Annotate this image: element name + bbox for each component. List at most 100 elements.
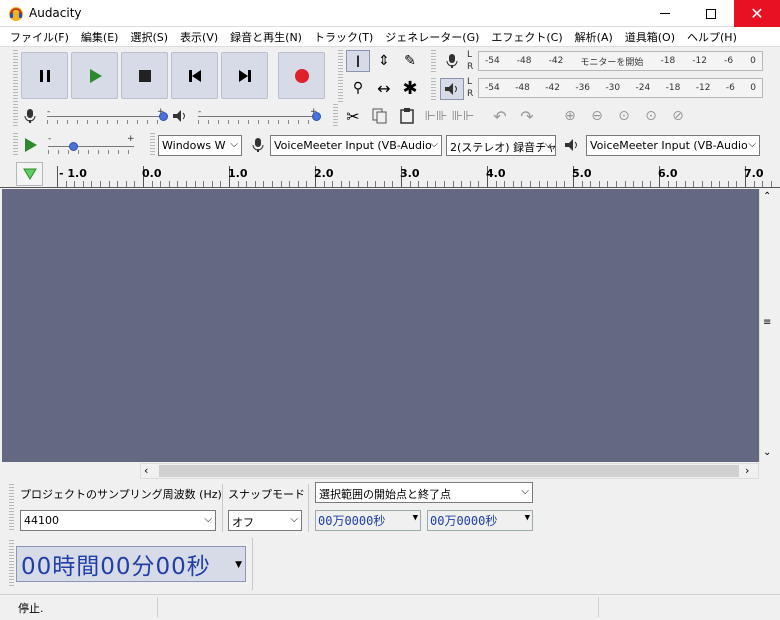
draw-tool-button[interactable]: ✎ bbox=[398, 50, 422, 72]
fit-project-button[interactable]: ⊙ bbox=[639, 105, 663, 127]
fit-selection-icon: ⊙ bbox=[618, 108, 630, 124]
status-divider bbox=[157, 597, 158, 617]
record-meter[interactable]: -54 -48 -42 モニターを開始 -18 -12 -6 0 bbox=[478, 51, 763, 71]
zoom-out-button[interactable]: ⊖ bbox=[585, 105, 609, 127]
channels-select[interactable]: 2(ステレオ) 録音チャ ⌵ bbox=[446, 135, 556, 156]
play-at-speed-button[interactable] bbox=[18, 134, 42, 156]
play-speed-slider[interactable] bbox=[48, 146, 134, 147]
chevron-down-icon: ⌵ bbox=[290, 514, 298, 525]
track-panel[interactable] bbox=[2, 189, 759, 462]
trim-button[interactable]: ⊩⊪ bbox=[424, 105, 448, 127]
meter-tick: -18 bbox=[665, 83, 681, 93]
play-icon bbox=[25, 138, 37, 152]
zoom-toggle-button[interactable]: ⊘ bbox=[666, 105, 690, 127]
menu-tools[interactable]: 道具箱(O) bbox=[619, 29, 681, 45]
minimize-button[interactable] bbox=[642, 0, 688, 27]
record-meter-button[interactable] bbox=[440, 50, 464, 72]
dropdown-arrow-icon[interactable]: ▼ bbox=[525, 513, 530, 523]
double-arrow-icon: ↔ bbox=[377, 78, 391, 98]
play-meter[interactable]: -54 -48 -42 -36 -30 -24 -18 -12 -6 0 bbox=[478, 78, 763, 98]
play-meter-button[interactable] bbox=[440, 78, 464, 100]
menu-generate[interactable]: ジェネレーター(G) bbox=[379, 29, 485, 45]
playback-volume-thumb[interactable] bbox=[312, 112, 321, 121]
menu-analyze[interactable]: 解析(A) bbox=[569, 29, 619, 45]
separator bbox=[222, 484, 223, 532]
selection-end-value: 00万0000秒 bbox=[430, 514, 498, 528]
dropdown-arrow-icon[interactable]: ▼ bbox=[235, 560, 243, 570]
menu-bar: ファイル(F) 編集(E) 選択(S) 表示(V) 録音と再生(N) トラック(… bbox=[0, 27, 780, 47]
selection-start-time[interactable]: 00万0000秒 ▼ bbox=[315, 510, 421, 531]
paste-button[interactable] bbox=[395, 105, 419, 127]
pause-button[interactable] bbox=[21, 52, 68, 99]
vertical-scrollbar[interactable]: ⌃ ≡ ⌄ bbox=[759, 189, 776, 462]
record-volume-thumb[interactable] bbox=[159, 112, 168, 121]
tools-toolbar-grip[interactable] bbox=[338, 50, 343, 102]
menu-file[interactable]: ファイル(F) bbox=[4, 29, 75, 45]
menu-effect[interactable]: エフェクト(C) bbox=[485, 29, 568, 45]
ruler-minor-tick bbox=[418, 181, 420, 187]
zoom-in-button[interactable]: ⊕ bbox=[558, 105, 582, 127]
menu-select[interactable]: 選択(S) bbox=[124, 29, 174, 45]
selection-range-mode-select[interactable]: 選択範囲の開始点と終了点 ⌵ bbox=[315, 482, 533, 503]
selection-tool-button[interactable]: I bbox=[346, 50, 370, 72]
scroll-up-icon[interactable]: ⌃ bbox=[763, 191, 771, 202]
menu-view[interactable]: 表示(V) bbox=[174, 29, 224, 45]
pinned-play-head-button[interactable] bbox=[16, 162, 43, 186]
dropdown-arrow-icon[interactable]: ▼ bbox=[413, 513, 418, 523]
transport-toolbar-grip[interactable] bbox=[13, 50, 18, 102]
device-toolbar-grip[interactable] bbox=[150, 133, 155, 157]
menu-edit[interactable]: 編集(E) bbox=[75, 29, 125, 45]
cut-button[interactable]: ✂ bbox=[341, 105, 365, 127]
pause-icon bbox=[39, 69, 50, 82]
horizontal-scroll-thumb[interactable] bbox=[159, 465, 739, 477]
maximize-button[interactable] bbox=[688, 0, 734, 27]
edit-toolbar-grip[interactable] bbox=[333, 104, 338, 128]
ruler-minor-tick bbox=[220, 181, 222, 187]
playback-volume-slider[interactable] bbox=[198, 116, 317, 117]
audio-host-select[interactable]: Windows W ⌵ bbox=[158, 135, 242, 156]
menu-help[interactable]: ヘルプ(H) bbox=[681, 29, 743, 45]
play-button[interactable] bbox=[71, 52, 118, 99]
timeline-ruler[interactable]: - 1.0 0.0 1.0 2.0 3.0 4.0 5.0 6.0 7.0 bbox=[0, 160, 780, 188]
redo-button[interactable]: ↷ bbox=[515, 105, 539, 127]
scroll-left-icon[interactable]: ‹ bbox=[144, 464, 148, 477]
close-button[interactable]: ✕ bbox=[734, 0, 780, 27]
input-device-value: VoiceMeeter Input (VB-Audio bbox=[274, 139, 432, 152]
horizontal-scrollbar[interactable]: ‹ › bbox=[140, 463, 759, 479]
skip-to-start-button[interactable] bbox=[171, 52, 218, 99]
undo-button[interactable]: ↶ bbox=[488, 105, 512, 127]
envelope-tool-button[interactable]: ⇕ bbox=[372, 50, 396, 72]
scroll-grip-icon[interactable]: ≡ bbox=[763, 317, 771, 328]
selection-end-time[interactable]: 00万0000秒 ▼ bbox=[427, 510, 533, 531]
scroll-right-icon[interactable]: › bbox=[745, 464, 749, 477]
record-meter-grip[interactable] bbox=[431, 50, 436, 74]
output-device-select[interactable]: VoiceMeeter Input (VB-Audio ⌵ bbox=[586, 135, 760, 156]
playback-volume-icon-holder bbox=[168, 105, 192, 127]
fit-selection-button[interactable]: ⊙ bbox=[612, 105, 636, 127]
input-device-select[interactable]: VoiceMeeter Input (VB-Audio ⌵ bbox=[270, 135, 442, 156]
selection-range-mode-value: 選択範囲の開始点と終了点 bbox=[319, 488, 451, 501]
menu-transport[interactable]: 録音と再生(N) bbox=[224, 29, 308, 45]
project-rate-select[interactable]: 44100 ⌵ bbox=[20, 510, 216, 531]
skip-to-end-button[interactable] bbox=[221, 52, 268, 99]
record-button[interactable] bbox=[278, 52, 325, 99]
record-volume-slider[interactable] bbox=[47, 116, 164, 117]
snap-mode-select[interactable]: オフ ⌵ bbox=[228, 510, 302, 531]
play-meter-grip[interactable] bbox=[431, 78, 436, 102]
audio-position-display[interactable]: 00時間00分00秒 ▼ bbox=[16, 546, 246, 582]
play-speed-thumb[interactable] bbox=[68, 142, 78, 151]
timeshift-tool-button[interactable]: ↔ bbox=[372, 77, 396, 99]
scroll-down-icon[interactable]: ⌄ bbox=[763, 447, 771, 458]
menu-tracks[interactable]: トラック(T) bbox=[308, 29, 379, 45]
time-toolbar-grip[interactable] bbox=[9, 540, 14, 588]
multi-tool-button[interactable]: ✱ bbox=[398, 77, 422, 99]
stop-button[interactable] bbox=[121, 52, 168, 99]
paste-icon bbox=[400, 108, 414, 124]
silence-button[interactable]: ⊪⊩ bbox=[451, 105, 475, 127]
zoom-tool-button[interactable]: ⚲ bbox=[346, 77, 370, 99]
start-monitoring-label[interactable]: モニターを開始 bbox=[580, 55, 643, 68]
selection-toolbar-grip[interactable] bbox=[9, 484, 14, 532]
ruler-minor-tick bbox=[590, 181, 592, 187]
envelope-icon: ⇕ bbox=[378, 53, 390, 69]
copy-button[interactable] bbox=[368, 105, 392, 127]
